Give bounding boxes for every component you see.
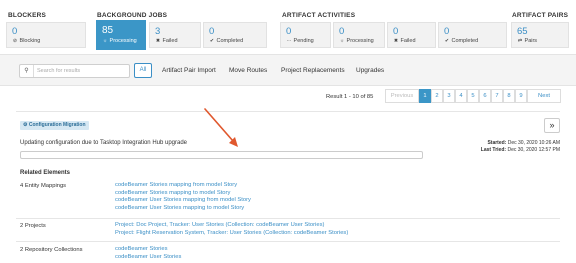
annotation-arrow-icon [204, 108, 238, 147]
